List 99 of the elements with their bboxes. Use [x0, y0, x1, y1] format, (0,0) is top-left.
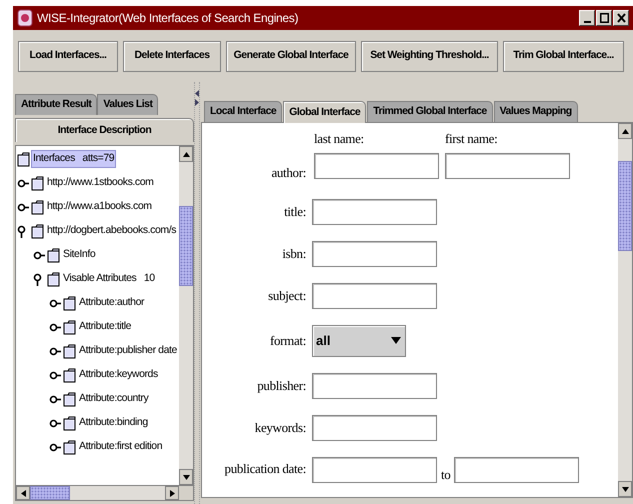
up-arrow-icon: [620, 128, 630, 134]
field-label: subject:: [267, 286, 306, 305]
folder-icon: [63, 416, 76, 430]
folder-icon: [47, 248, 60, 262]
tree-item[interactable]: Interfaces atts=79: [31, 150, 116, 168]
field-label: keywords:: [254, 418, 306, 437]
field-label: isbn:: [281, 244, 306, 263]
minimize-icon: [584, 21, 590, 23]
collapsed-toggle-icon[interactable]: [49, 440, 62, 454]
text-field[interactable]: [314, 153, 439, 179]
collapsed-toggle-icon[interactable]: [49, 368, 62, 382]
scroll-thumb[interactable]: [30, 486, 70, 500]
folder-icon: [63, 320, 76, 334]
tree-item[interactable]: Attribute:binding: [77, 414, 150, 432]
scroll-down-button[interactable]: [618, 481, 632, 497]
down-arrow-icon: [182, 474, 190, 480]
toolbar-button[interactable]: Set Weighting Threshold...: [361, 40, 498, 72]
tree-item[interactable]: Attribute:first edition: [77, 438, 164, 456]
text-field[interactable]: [312, 414, 437, 440]
field-label: author:: [270, 164, 306, 182]
tab[interactable]: Trimmed Global Interface: [367, 101, 493, 122]
collapsed-toggle-icon[interactable]: [49, 344, 62, 358]
folder-icon: [63, 368, 76, 382]
text-field[interactable]: [312, 198, 437, 224]
scroll-up-button[interactable]: [179, 146, 193, 162]
scroll-up-button[interactable]: [618, 123, 632, 139]
scroll-thumb[interactable]: [618, 161, 632, 251]
toolbar-button[interactable]: Generate Global Interface: [226, 40, 356, 72]
tab[interactable]: Interface Description: [15, 118, 194, 142]
field-label: title:: [283, 202, 306, 221]
scrollbar-corner: [179, 486, 193, 500]
text-field[interactable]: [312, 282, 437, 308]
text-field[interactable]: [312, 240, 437, 266]
text-field[interactable]: [454, 456, 580, 482]
toolbar-button[interactable]: Load Interfaces...: [18, 40, 118, 72]
folder-icon: [63, 344, 76, 358]
tree-item[interactable]: Attribute:title: [77, 318, 134, 336]
right-arrow-icon: [168, 488, 176, 498]
tab[interactable]: Values List: [97, 94, 158, 115]
minimize-button[interactable]: [579, 10, 595, 26]
text-field[interactable]: [312, 456, 437, 482]
vertical-scrollbar[interactable]: [618, 123, 632, 497]
down-arrow-icon: [620, 486, 630, 492]
scroll-left-button[interactable]: [16, 486, 30, 500]
horizontal-scrollbar[interactable]: [16, 485, 193, 500]
close-icon: [616, 13, 626, 23]
folder-icon: [63, 296, 76, 310]
collapsed-toggle-icon[interactable]: [17, 200, 30, 214]
collapsed-toggle-icon[interactable]: [49, 296, 62, 310]
caret-icon: [390, 336, 402, 345]
folder-icon: [47, 272, 60, 286]
collapsed-toggle-icon[interactable]: [49, 320, 62, 334]
maximize-icon: [600, 13, 608, 23]
up-arrow-icon: [182, 150, 190, 158]
scroll-right-button[interactable]: [165, 486, 179, 500]
scroll-thumb[interactable]: [179, 206, 193, 286]
tab[interactable]: Attribute Result: [15, 94, 98, 115]
range-separator: to: [441, 466, 450, 484]
collapsed-toggle-icon[interactable]: [49, 392, 62, 406]
field-caption: first name:: [445, 130, 498, 145]
right-arrow-icon[interactable]: [195, 99, 199, 106]
text-field[interactable]: [445, 153, 570, 179]
folder-icon: [63, 440, 76, 454]
tree-item[interactable]: Attribute:keywords: [77, 366, 160, 384]
close-button[interactable]: [613, 10, 629, 26]
collapsed-toggle-icon[interactable]: [17, 176, 30, 190]
dropdown[interactable]: all: [312, 324, 406, 356]
tree-item[interactable]: Attribute:publisher date: [77, 342, 179, 360]
vertical-scrollbar[interactable]: [179, 146, 193, 485]
collapsed-toggle-icon[interactable]: [33, 248, 46, 262]
folder-icon: [17, 152, 30, 166]
field-caption: last name:: [314, 130, 365, 145]
folder-icon: [31, 176, 44, 190]
field-label: publisher:: [256, 376, 306, 395]
left-arrow-icon: [20, 488, 26, 498]
collapsed-toggle-icon[interactable]: [49, 416, 62, 430]
maximize-button[interactable]: [596, 10, 612, 26]
tree-item[interactable]: http://dogbert.abebooks.com/s: [45, 222, 178, 240]
scroll-down-button[interactable]: [179, 469, 193, 485]
tree-item[interactable]: SiteInfo: [61, 246, 98, 264]
folder-icon: [63, 392, 76, 406]
tree-item[interactable]: Visable Attributes 10: [61, 270, 157, 288]
tree-item[interactable]: http://www.1stbooks.com: [45, 174, 156, 192]
tab[interactable]: Local Interface: [204, 101, 282, 122]
folder-icon: [31, 200, 44, 214]
left-arrow-icon[interactable]: [195, 90, 199, 97]
field-label: format:: [269, 332, 306, 350]
tab[interactable]: Global Interface: [283, 101, 366, 123]
folder-icon: [31, 224, 44, 238]
toolbar-button[interactable]: Trim Global Interface...: [503, 40, 624, 72]
text-field[interactable]: [312, 372, 437, 398]
field-label: publication date:: [224, 460, 306, 478]
tab[interactable]: Values Mapping: [494, 101, 578, 122]
tree-item[interactable]: http://www.a1books.com: [45, 198, 154, 216]
app-icon: [17, 9, 33, 27]
tree-item[interactable]: Attribute:author: [77, 294, 146, 312]
toolbar-button[interactable]: Delete Interfaces: [123, 40, 221, 72]
tree-item[interactable]: Attribute:country: [77, 390, 150, 408]
window-title: WISE-Integrator(Web Interfaces of Search Engines): [37, 10, 298, 27]
